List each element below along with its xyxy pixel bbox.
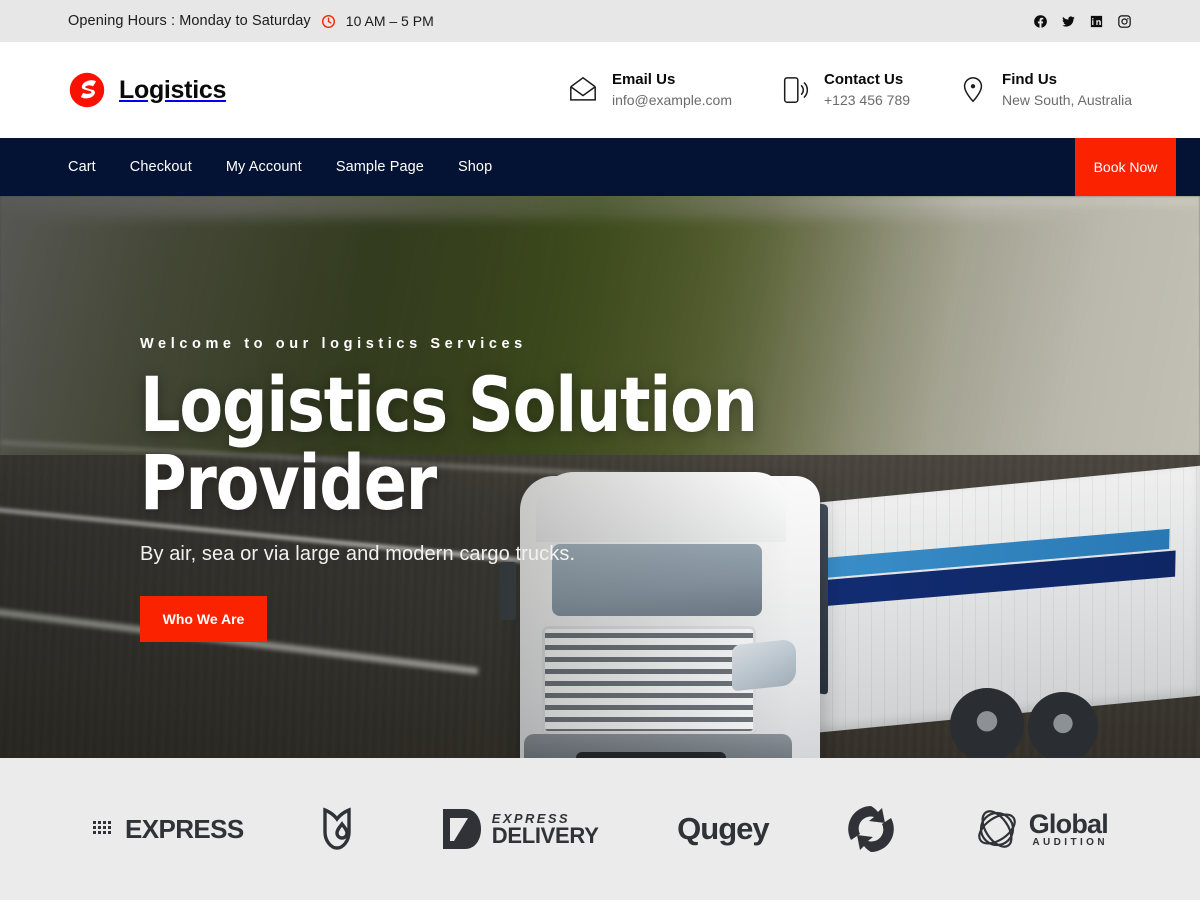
contact-location-value: New South, Australia bbox=[1002, 91, 1132, 108]
partner-express-delivery-text: EXPRESS DELIVERY bbox=[492, 812, 599, 847]
contact-phone-title: Contact Us bbox=[824, 71, 904, 89]
contact-email[interactable]: Email Us info@example.com bbox=[568, 70, 732, 109]
instagram-icon[interactable] bbox=[1117, 14, 1132, 29]
opening-hours-group: Opening Hours : Monday to Saturday 10 AM… bbox=[68, 13, 434, 29]
who-we-are-button[interactable]: Who We Are bbox=[140, 596, 267, 643]
hero-subtitle: By air, sea or via large and modern carg… bbox=[140, 543, 576, 566]
nav-link-shop[interactable]: Shop bbox=[458, 159, 492, 175]
partner-qugey[interactable]: Qugey bbox=[677, 811, 769, 847]
twitter-icon[interactable] bbox=[1061, 14, 1076, 29]
brand-name: Logistics bbox=[119, 75, 227, 104]
mobile-phone-icon bbox=[780, 75, 810, 105]
main-navigation: Cart Checkout My Account Sample Page Sho… bbox=[0, 138, 1200, 196]
dot-matrix-icon bbox=[92, 818, 116, 840]
top-bar: Opening Hours : Monday to Saturday 10 AM… bbox=[0, 0, 1200, 42]
opening-hours-label: Opening Hours : Monday to Saturday bbox=[68, 13, 311, 29]
nav-item-cart[interactable]: Cart bbox=[68, 158, 96, 176]
contact-location-title: Find Us bbox=[1002, 71, 1058, 89]
nav-item-sample-page[interactable]: Sample Page bbox=[336, 158, 424, 176]
nav-list: Cart Checkout My Account Sample Page Sho… bbox=[68, 158, 492, 176]
partner-audition-word: AUDITION bbox=[1032, 836, 1108, 848]
opening-hours-value: 10 AM – 5 PM bbox=[345, 13, 434, 29]
contact-email-title: Email Us bbox=[611, 71, 676, 89]
d-arrow-icon bbox=[441, 807, 483, 851]
social-links bbox=[1033, 14, 1132, 29]
partner-express[interactable]: EXPRESS bbox=[92, 814, 244, 845]
arrow-swoosh-icon bbox=[847, 805, 895, 853]
nav-link-sample-page[interactable]: Sample Page bbox=[336, 159, 424, 175]
envelope-icon bbox=[568, 75, 598, 105]
nav-link-cart[interactable]: Cart bbox=[68, 159, 96, 175]
map-pin-icon bbox=[958, 75, 988, 105]
contact-location[interactable]: Find Us New South, Australia bbox=[958, 70, 1132, 109]
hero-eyebrow: Welcome to our logistics Services bbox=[140, 336, 527, 352]
clock-icon bbox=[321, 14, 336, 29]
partner-express-delivery[interactable]: EXPRESS DELIVERY bbox=[441, 807, 599, 851]
nav-link-checkout[interactable]: Checkout bbox=[130, 159, 192, 175]
hero-section: Welcome to our logistics Services Logist… bbox=[0, 196, 1200, 758]
nav-link-my-account[interactable]: My Account bbox=[226, 159, 302, 175]
book-now-button[interactable]: Book Now bbox=[1075, 138, 1176, 196]
logistics-swoosh-logo-icon bbox=[68, 71, 106, 109]
sphere-globe-icon bbox=[974, 807, 1020, 851]
nav-item-my-account[interactable]: My Account bbox=[226, 158, 302, 176]
linkedin-icon[interactable] bbox=[1089, 14, 1104, 29]
nav-item-checkout[interactable]: Checkout bbox=[130, 158, 192, 176]
partner-qugey-word: Qugey bbox=[677, 811, 769, 846]
partner-express-word: EXPRESS bbox=[125, 813, 244, 844]
partner-tulip-shield[interactable] bbox=[322, 806, 362, 852]
hero-title: Logistics Solution Provider bbox=[140, 360, 758, 527]
brand-logo[interactable]: Logistics bbox=[68, 71, 226, 109]
nav-item-shop[interactable]: Shop bbox=[458, 158, 492, 176]
partner-global-audition-text: Global AUDITION bbox=[1028, 808, 1109, 848]
contact-phone[interactable]: Contact Us +123 456 789 bbox=[780, 70, 910, 109]
partner-global-audition[interactable]: Global AUDITION bbox=[974, 807, 1109, 851]
tulip-droplet-icon bbox=[322, 806, 362, 852]
partner-swoosh-circle[interactable] bbox=[847, 805, 895, 853]
header-contacts: Email Us info@example.com Contact Us +12… bbox=[568, 70, 1132, 109]
partner-logos-strip: EXPRESS EXPRESS DELIVERY Qugey Global AU… bbox=[0, 758, 1200, 900]
site-header: Logistics Email Us info@example.com Cont… bbox=[0, 42, 1200, 138]
partner-global-word: Global bbox=[1028, 808, 1109, 839]
hero-content: Welcome to our logistics Services Logist… bbox=[0, 196, 1000, 643]
contact-email-value: info@example.com bbox=[611, 91, 732, 108]
contact-phone-value: +123 456 789 bbox=[824, 91, 911, 108]
partner-express-delivery-big: DELIVERY bbox=[491, 822, 599, 848]
facebook-icon[interactable] bbox=[1033, 14, 1048, 29]
